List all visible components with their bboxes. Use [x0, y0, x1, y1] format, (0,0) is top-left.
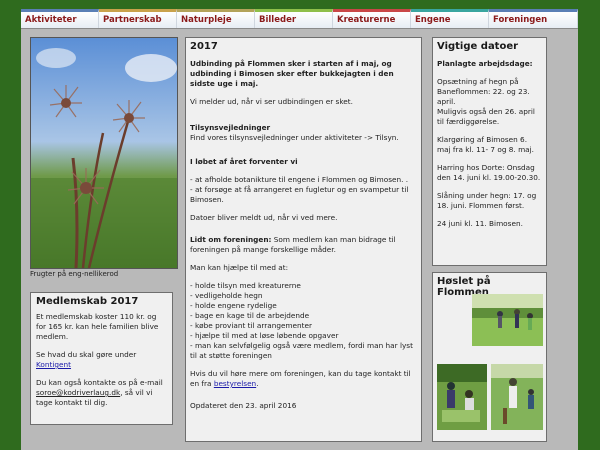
date-item: Klargøring af Bimosen 6. maj fra kl. 11-… — [437, 135, 535, 154]
hoslet-photo-3[interactable] — [491, 364, 543, 430]
date-item: Slåning under hegn: 17. og 18. juni. Flo… — [437, 191, 537, 210]
more-info: Hvis du vil høre mere om foreningen, kan… — [190, 369, 417, 389]
help-item: - vedligeholde hegn — [190, 291, 263, 300]
dates-box: Vigtige datoer Planlagte arbejdsdage: Op… — [432, 37, 547, 266]
date-item: Opsætning af hegn på Baneflommen: 22. og… — [437, 77, 530, 106]
top-nav: Aktiviteter Partnerskab Naturpleje Bille… — [21, 9, 578, 29]
help-item: - bage en kage til de arbejdende — [190, 311, 310, 320]
help-item: - man kan selvfølgelig også være medlem,… — [190, 341, 413, 360]
year-heading: I løbet af året forventer vi — [190, 157, 298, 166]
membership-contact-text: Du kan også kontakte os på e-mail — [36, 378, 163, 387]
help-item: - hjælpe til med at løse løbende opgaver — [190, 331, 339, 340]
help-item: - købe proviant til arrangementer — [190, 321, 313, 330]
kontigent-link[interactable]: Kontigent — [36, 360, 71, 369]
tab-billeder[interactable]: Billeder — [255, 9, 333, 28]
tab-foreningen[interactable]: Foreningen — [489, 9, 578, 28]
tab-engene[interactable]: Engene — [411, 9, 489, 28]
photo-caption: Frugter på eng-nellikerod — [30, 270, 119, 278]
hoslet-box: Høslet på Flommen — [432, 272, 547, 442]
dates-subtitle: Planlagte arbejdsdage: — [437, 59, 533, 68]
main-content-box: 2017 Udbinding på Flommen sker i starten… — [185, 37, 422, 442]
hoslet-photo-2[interactable] — [437, 364, 487, 430]
year-item: - at afholde botanikture til engene i Fl… — [190, 175, 409, 184]
tilsyn-heading: Tilsynsvejledninger — [190, 123, 271, 132]
year-note: Datoer bliver meldt ud, når vi ved mere. — [190, 213, 338, 222]
membership-price: Et medlemskab koster 110 kr. og for 165 … — [36, 312, 159, 341]
tilsyn-text: Find vores tilsynsvejledninger under akt… — [190, 133, 399, 142]
tab-kreaturerne[interactable]: Kreaturerne — [333, 9, 411, 28]
help-item: - holde tilsyn med kreaturerne — [190, 281, 301, 290]
membership-title: Medlemskab 2017 — [36, 296, 139, 307]
membership-contact: Du kan også kontakte os på e-mail soroe@… — [36, 378, 167, 408]
tab-aktiviteter[interactable]: Aktiviteter — [21, 9, 99, 28]
page-frame: Aktiviteter Partnerskab Naturpleje Bille… — [21, 9, 578, 450]
date-item: 24 juni kl. 11. Bimosen. — [437, 219, 523, 228]
updated-date: Opdateret den 23. april 2016 — [190, 401, 297, 410]
main-title: 2017 — [190, 41, 218, 52]
year-item: - at forsøge at få arrangeret en fugletu… — [190, 185, 409, 204]
tab-partnerskab[interactable]: Partnerskab — [99, 9, 177, 28]
hoslet-photo-1[interactable] — [472, 294, 543, 346]
membership-howto-text: Se hvad du skal gøre under — [36, 350, 137, 359]
member-paragraph: Lidt om foreningen: Som medlem kan man b… — [190, 235, 417, 255]
date-item: Muligvis også den 26. april til færdiggø… — [437, 107, 535, 126]
more-info-after: . — [256, 379, 259, 388]
flower-photo — [30, 37, 178, 269]
member-bold: Lidt om foreningen: — [190, 235, 272, 244]
membership-howto: Se hvad du skal gøre under Kontigent — [36, 350, 167, 370]
bestyrelsen-link[interactable]: bestyrelsen — [214, 379, 256, 388]
intro-note: Vi melder ud, når vi ser udbindingen er … — [190, 97, 353, 106]
tab-naturpleje[interactable]: Naturpleje — [177, 9, 255, 28]
date-item: Harring hos Dorte: Onsdag den 14. juni k… — [437, 163, 541, 182]
help-intro: Man kan hjælpe til med at: — [190, 263, 289, 272]
membership-email[interactable]: soroe@kodriverlaug.dk — [36, 388, 120, 397]
dates-title: Vigtige datoer — [437, 41, 519, 52]
intro-bold: Udbinding på Flommen sker i starten af i… — [190, 59, 394, 88]
help-item: - holde engene rydelige — [190, 301, 277, 310]
membership-box: Medlemskab 2017 Et medlemskab koster 110… — [30, 292, 173, 425]
